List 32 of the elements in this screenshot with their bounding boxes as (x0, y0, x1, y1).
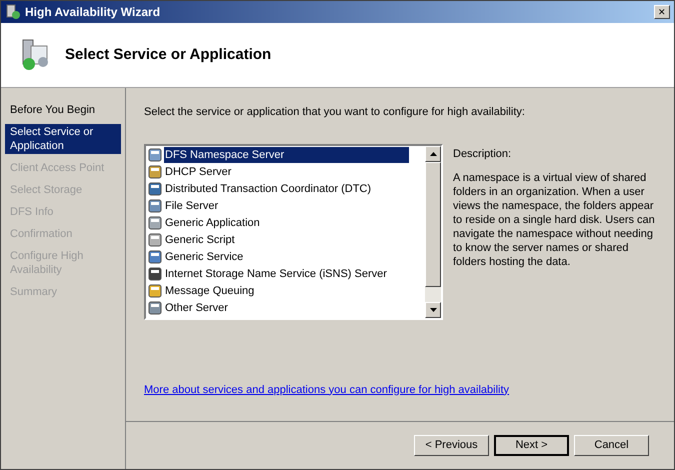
help-link[interactable]: More about services and applications you can configure for high availability (144, 384, 510, 396)
service-item[interactable]: Message Queuing (164, 282, 256, 300)
service-item[interactable]: Generic Application (164, 214, 261, 232)
service-item[interactable]: DHCP Server (164, 164, 232, 180)
page-heading: Select Service or Application (65, 44, 272, 65)
wizard-step: Configure High Availability (5, 248, 121, 278)
wizard-step: Select Storage (5, 182, 121, 198)
window-title: High Availability Wizard (25, 4, 162, 21)
service-item[interactable]: DFS Namespace Server (164, 146, 409, 164)
instruction-text: Select the service or application that you want to configure for high availability: (144, 105, 526, 120)
wizard-button[interactable]: < Previous (414, 435, 489, 456)
description-label: Description: (453, 146, 512, 162)
cluster-icon (5, 4, 21, 20)
close-button[interactable]: ✕ (654, 5, 670, 19)
wizard-step: Confirmation (5, 226, 121, 242)
wizard-step: Before You Begin (5, 102, 121, 118)
service-item[interactable]: Distributed Transaction Coordinator (DTC) (164, 180, 372, 198)
service-item[interactable]: Generic Service (164, 248, 244, 266)
service-item[interactable]: Internet Storage Name Service (iSNS) Server (164, 266, 388, 282)
wizard-button[interactable]: Next > (494, 435, 569, 456)
description-text: A namespace is a virtual view of shared folders in an organization. When a user views the namespace, the folders appear to reside on a single hard disk. Users can navigate the namespace without needing to know the server names or shared folders hosting the data. (453, 171, 656, 269)
wizard-step: DFS Info (5, 204, 121, 220)
wizard-step: Select Service or Application (5, 124, 121, 154)
service-item[interactable]: Other Server (164, 300, 229, 316)
up-arrow-icon (430, 152, 436, 156)
wizard-step: Summary (5, 284, 121, 300)
wizard-step: Client Access Point (5, 160, 121, 176)
down-arrow-icon (430, 308, 436, 312)
wizard-button[interactable]: Cancel (574, 435, 649, 456)
service-item[interactable]: Generic Script (164, 232, 236, 248)
scrollbar[interactable] (425, 146, 441, 318)
service-item[interactable]: File Server (164, 198, 220, 214)
